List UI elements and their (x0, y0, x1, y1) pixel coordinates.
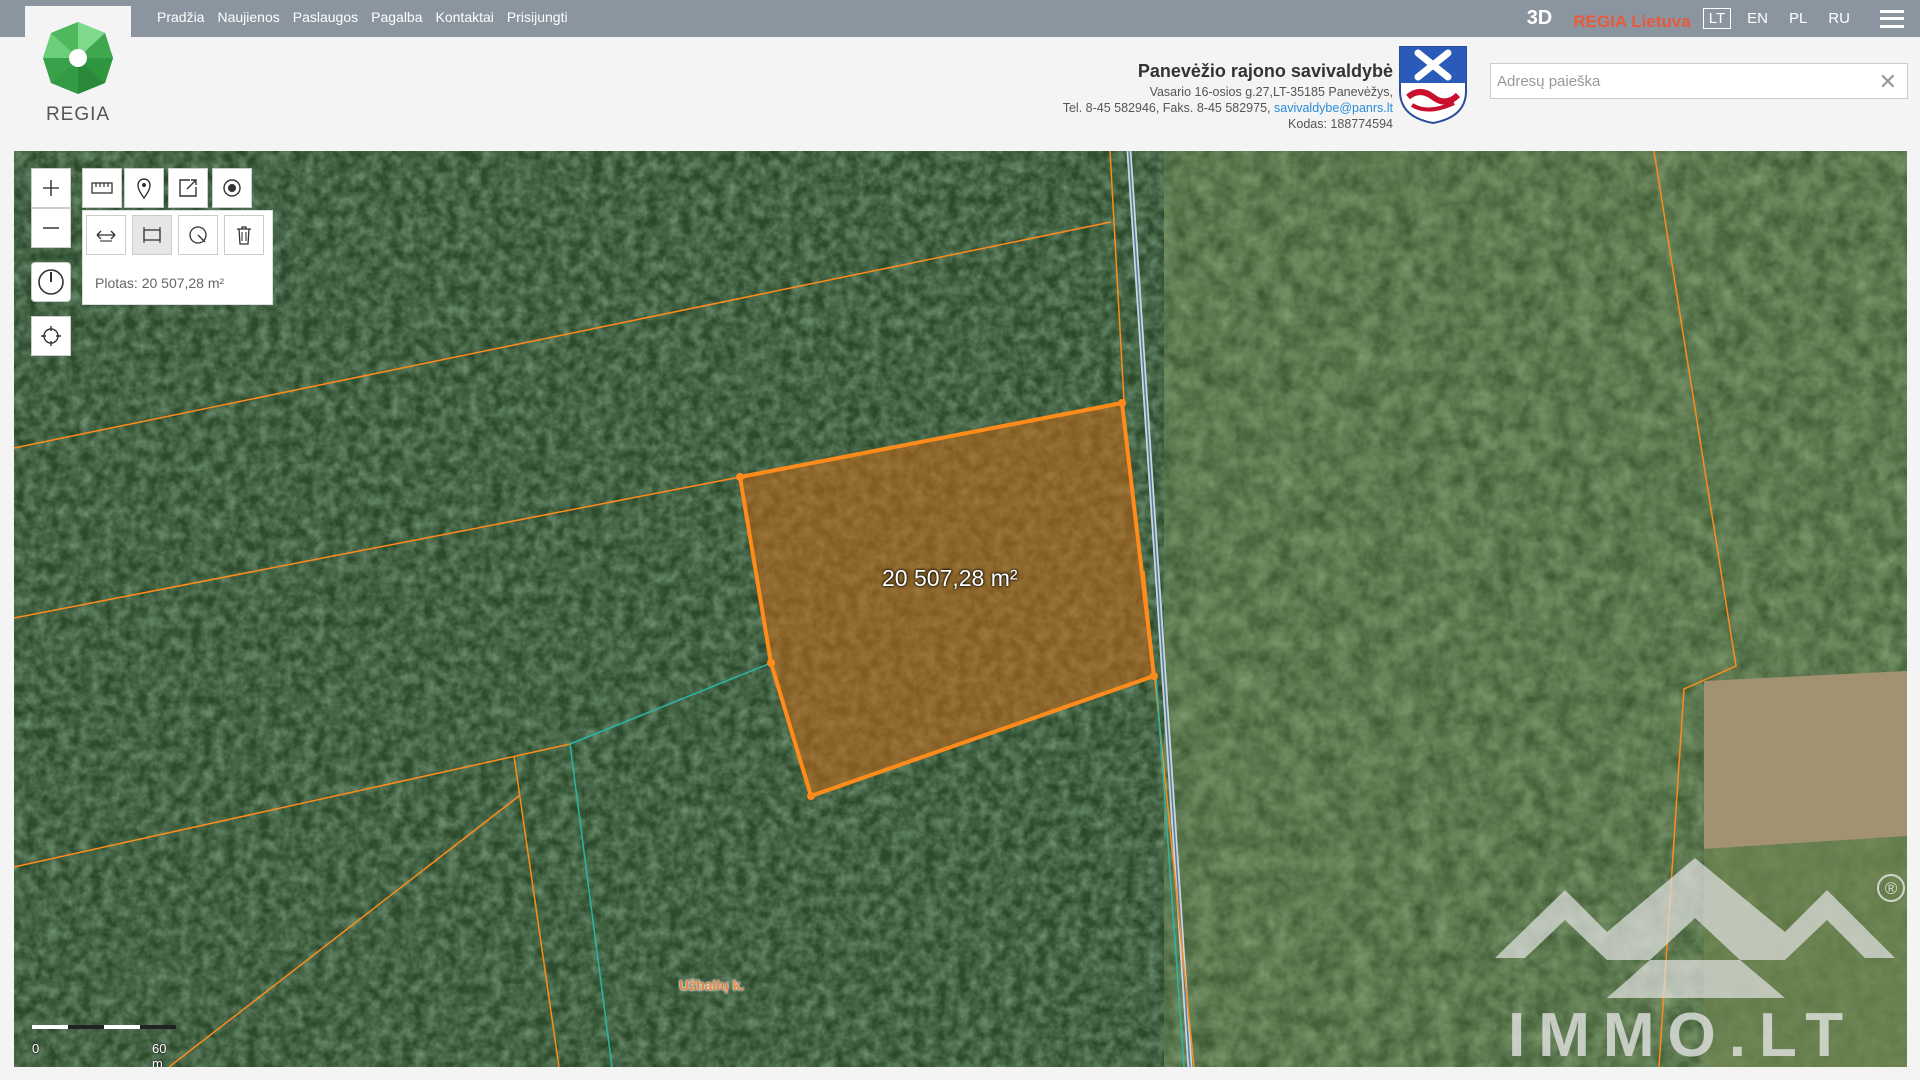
place-label: Užbalių k. (679, 977, 745, 993)
scale-end-label: 60 m (152, 1041, 167, 1067)
locate-button[interactable] (31, 316, 71, 356)
municipality-contacts: Tel. 8-45 582946, Faks. 8-45 582975, sav… (1063, 100, 1393, 116)
map-pin-icon (137, 178, 151, 199)
record-button[interactable] (212, 168, 252, 208)
measure-radius-button[interactable] (178, 215, 218, 255)
clear-search-icon[interactable]: ✕ (1879, 69, 1897, 95)
crosshair-icon (41, 326, 61, 346)
lang-pl[interactable]: PL (1784, 9, 1812, 28)
nav-paslaugos[interactable]: Paslaugos (293, 9, 358, 25)
municipality-info: Panevėžio rajono savivaldybė Vasario 16-… (1063, 60, 1393, 132)
address-search: ✕ (1490, 63, 1908, 99)
lang-ru[interactable]: RU (1823, 9, 1855, 28)
nav-prisijungti[interactable]: Prisijungti (507, 9, 568, 25)
zoom-out-button[interactable] (31, 208, 71, 248)
nav-kontaktai[interactable]: Kontaktai (436, 9, 494, 25)
minus-icon (43, 227, 59, 229)
logo-text: REGIA (45, 104, 111, 125)
clear-measure-button[interactable] (224, 215, 264, 255)
registered-mark: ® (1885, 879, 1898, 898)
target-icon (223, 179, 241, 197)
regia-logo[interactable]: REGIA (25, 6, 131, 126)
ruler-icon (91, 182, 113, 194)
compass-icon (38, 269, 64, 295)
plus-icon (43, 180, 59, 196)
main-nav: Pradžia Naujienos Paslaugos Pagalba Kont… (157, 9, 568, 25)
share-icon (179, 179, 197, 197)
measure-panel: Plotas: 20 507,28 m² (82, 210, 273, 305)
immo-watermark-text: IMMO.LT (1508, 1001, 1857, 1070)
lang-lt[interactable]: LT (1702, 8, 1732, 29)
region-link[interactable]: REGIA Lietuva (1573, 12, 1690, 32)
measure-tool-button[interactable] (82, 168, 122, 208)
radius-icon (189, 226, 207, 244)
email-link[interactable]: savivaldybe@panrs.lt (1274, 101, 1393, 115)
scale-start-label: 0 (32, 1041, 40, 1056)
marker-tool-button[interactable] (124, 168, 164, 208)
nav-pagalba[interactable]: Pagalba (371, 9, 422, 25)
phone-fax: Tel. 8-45 582946, Faks. 8-45 582975, (1062, 101, 1271, 115)
nav-pradzia[interactable]: Pradžia (157, 9, 204, 25)
trash-icon (237, 226, 251, 245)
hamburger-menu-icon[interactable] (1880, 9, 1904, 28)
compass-button[interactable] (31, 262, 71, 302)
municipality-address: Vasario 16-osios g.27,LT-35185 Panevėžys… (1149, 85, 1393, 99)
area-icon (143, 227, 161, 243)
municipality-name: Panevėžio rajono savivaldybė (1137, 61, 1393, 81)
3d-button[interactable]: 3D (1527, 7, 1553, 30)
share-button[interactable] (168, 168, 208, 208)
measure-distance-button[interactable] (86, 215, 126, 255)
scale-bar: 0 60 m (32, 1025, 176, 1067)
regia-gem-icon (43, 22, 113, 94)
scale-bar-graphic (32, 1025, 176, 1029)
top-right-controls: 3D REGIA Lietuva LT EN PL RU (1527, 0, 1920, 37)
top-bar: Pradžia Naujienos Paslaugos Pagalba Kont… (0, 0, 1920, 37)
address-search-input[interactable] (1491, 64, 1873, 98)
lang-en[interactable]: EN (1742, 9, 1773, 28)
coat-of-arms-icon (1399, 46, 1467, 125)
area-readout: Plotas: 20 507,28 m² (95, 275, 225, 291)
nav-naujienos[interactable]: Naujienos (217, 9, 279, 25)
zoom-in-button[interactable] (31, 168, 71, 208)
municipality-code: Kodas: 188774594 (1288, 117, 1393, 131)
area-label: 20 507,28 m² (882, 565, 1018, 591)
distance-icon (96, 230, 116, 242)
measure-area-button[interactable] (132, 215, 172, 255)
